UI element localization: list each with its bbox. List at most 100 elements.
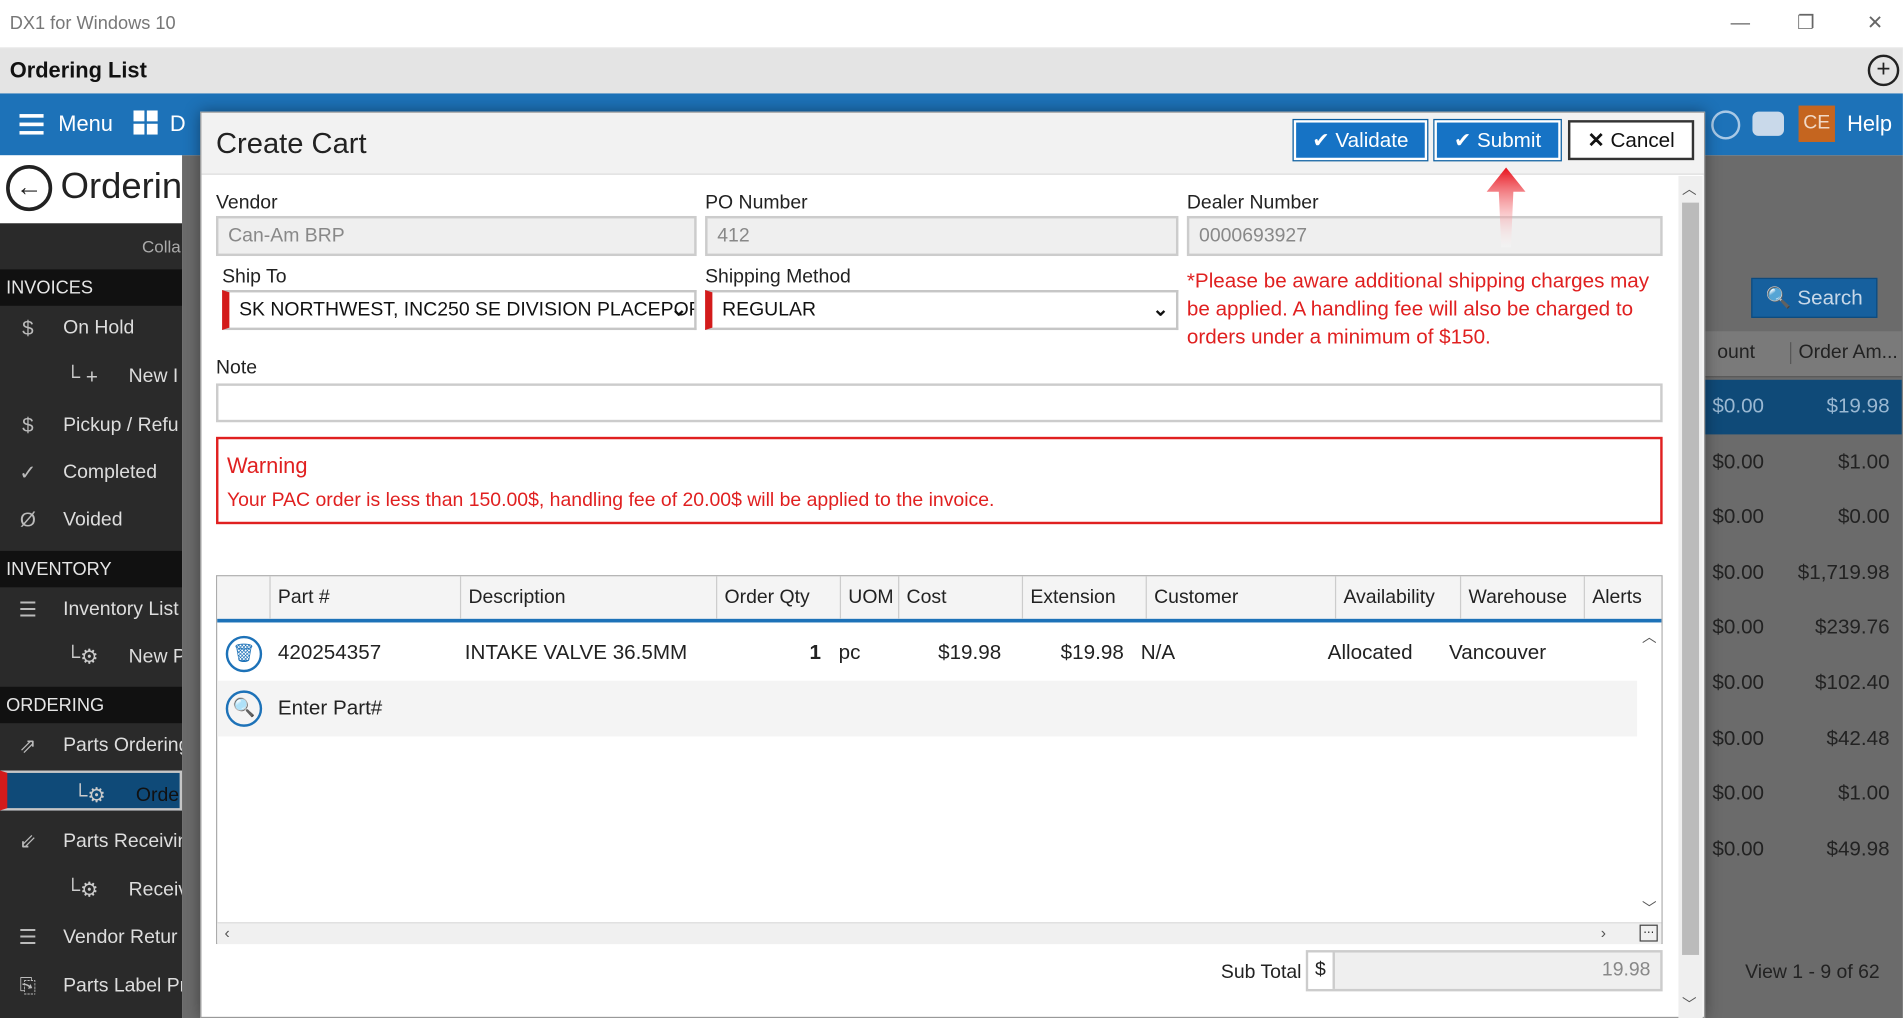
note-input[interactable] bbox=[216, 383, 1663, 423]
subtotal-value: 19.98 bbox=[1601, 959, 1651, 981]
dealer-number-field: 0000693927 bbox=[1186, 215, 1663, 257]
close-window-button[interactable]: ✕ bbox=[1857, 10, 1893, 39]
nav-partial-label[interactable]: D bbox=[170, 112, 186, 137]
gear-icon: └⚙ bbox=[65, 645, 99, 669]
col-availability[interactable]: Availability bbox=[1334, 576, 1460, 619]
sidebar-item-parts-ordering[interactable]: ⇗ Parts Ordering bbox=[0, 723, 182, 769]
bg-table-row[interactable]: $0.00 $1.00 bbox=[1705, 435, 1902, 490]
dealer-number-label: Dealer Number bbox=[1186, 192, 1319, 214]
check-icon: ✓ bbox=[19, 461, 37, 485]
list-icon: ☰ bbox=[18, 925, 38, 949]
cell-description: INTAKE VALVE 36.5MM bbox=[464, 640, 688, 664]
page-title: Ordering List bbox=[9, 58, 147, 83]
sidebar-item-voided[interactable]: Ø Voided bbox=[0, 497, 182, 543]
col-alerts[interactable]: Alerts bbox=[1583, 576, 1662, 619]
help-link[interactable]: Help bbox=[1847, 112, 1892, 137]
cancel-button[interactable]: ✕ Cancel bbox=[1567, 120, 1695, 161]
col-order-qty[interactable]: Order Qty bbox=[716, 576, 840, 619]
bg-table-row[interactable]: $0.00 $1,719.98 bbox=[1705, 546, 1902, 601]
status-icon[interactable] bbox=[1711, 110, 1741, 140]
more-icon[interactable]: ⋯ bbox=[1639, 924, 1658, 942]
bg-table-row[interactable]: $0.00 $49.98 bbox=[1705, 822, 1902, 877]
ship-to-select[interactable]: SK NORTHWEST, INC250 SE DIVISION PLACEPO… bbox=[222, 290, 697, 331]
hamburger-icon[interactable] bbox=[19, 113, 44, 135]
bg-table-row[interactable]: $0.00 $102.40 bbox=[1705, 656, 1902, 711]
cell-availability: Allocated bbox=[1327, 640, 1413, 664]
sidebar-section-inventory: INVENTORY bbox=[0, 550, 183, 588]
user-avatar[interactable]: CE bbox=[1798, 105, 1835, 142]
bg-cell-amount: $0.00 bbox=[1712, 615, 1765, 639]
bg-cell-order-amount: $42.48 bbox=[1826, 726, 1890, 750]
bg-table-row[interactable]: $0.00 $19.98 bbox=[1705, 379, 1902, 435]
sidebar-item-new-invoice[interactable]: └ + New I bbox=[0, 354, 182, 400]
shipping-method-select[interactable]: REGULAR ⌄ bbox=[705, 290, 1179, 331]
chevron-down-icon: ⌄ bbox=[670, 299, 687, 321]
back-arrow-icon[interactable]: ← bbox=[6, 165, 53, 212]
chevron-right-icon[interactable]: › bbox=[1601, 923, 1606, 941]
close-icon: ✕ bbox=[1587, 128, 1611, 152]
sidebar-item-parts-receiving[interactable]: ⇙ Parts Receivin bbox=[0, 819, 182, 865]
cell-qty[interactable]: 1 bbox=[809, 641, 820, 665]
collapse-toggle[interactable]: Colla bbox=[142, 237, 181, 256]
chevron-up-icon[interactable]: ︿ bbox=[1682, 178, 1697, 199]
import-icon: ⇙ bbox=[19, 829, 37, 854]
cell-cost: $19.98 bbox=[938, 640, 1002, 664]
bg-table-row[interactable]: $0.00 $42.48 bbox=[1705, 712, 1902, 767]
sidebar-item-order[interactable]: └⚙ Order bbox=[0, 770, 183, 811]
red-arrow-annotation bbox=[1485, 165, 1526, 250]
bg-table-row[interactable]: $0.00 $239.76 bbox=[1705, 601, 1902, 656]
chevron-down-icon[interactable]: ﹀ bbox=[1642, 898, 1657, 919]
sidebar-item-parts-label[interactable]: ⎘ Parts Label Pr bbox=[0, 963, 182, 1009]
col-part[interactable]: Part # bbox=[269, 576, 460, 619]
scroll-thumb[interactable] bbox=[1682, 202, 1700, 955]
chevron-left-icon[interactable]: ‹ bbox=[225, 923, 230, 941]
search-icon[interactable]: 🔍 bbox=[225, 690, 263, 727]
bg-cell-amount: $0.00 bbox=[1712, 836, 1765, 861]
chat-icon[interactable] bbox=[1752, 111, 1784, 136]
sidebar-item-pickup-refund[interactable]: $ Pickup / Refu bbox=[0, 403, 182, 449]
grid-header: Part # Description Order Qty UOM Cost Ex… bbox=[217, 576, 1662, 623]
sidebar-item-completed[interactable]: ✓ Completed bbox=[0, 450, 182, 496]
bg-cell-order-amount: $19.98 bbox=[1826, 394, 1890, 418]
sidebar-item-inventory-list[interactable]: ☰ Inventory List bbox=[0, 587, 182, 633]
window-title: DX1 for Windows 10 bbox=[9, 13, 176, 34]
sidebar-item-receive[interactable]: └⚙Receiv bbox=[0, 868, 183, 914]
chevron-up-icon[interactable]: ︿ bbox=[1642, 626, 1657, 647]
trash-icon[interactable]: 🗑 bbox=[225, 635, 263, 673]
table-row[interactable]: 🗑 420254357 INTAKE VALVE 36.5MM 1 pc $19… bbox=[217, 626, 1637, 681]
sidebar-item-vendor-returns[interactable]: ☰ Vendor Retur bbox=[0, 915, 182, 961]
minimize-button[interactable]: — bbox=[1722, 10, 1758, 39]
validate-button[interactable]: ✔ Validate bbox=[1292, 118, 1429, 162]
shipping-method-label: Shipping Method bbox=[705, 266, 851, 288]
col-uom[interactable]: UOM bbox=[839, 576, 898, 619]
bg-cell-amount: $0.00 bbox=[1712, 726, 1765, 750]
sidebar-item-new-part[interactable]: └⚙ New P bbox=[0, 635, 183, 681]
dollar-icon: $ bbox=[22, 316, 34, 340]
enter-part-row[interactable]: 🔍 Enter Part# bbox=[217, 680, 1638, 737]
check-icon: ✔ bbox=[1453, 128, 1477, 152]
refund-icon: $ bbox=[22, 413, 34, 437]
grid-vertical-scrollbar[interactable]: ︿ ﹀ bbox=[1637, 626, 1662, 923]
menu-label[interactable]: Menu bbox=[58, 112, 113, 137]
col-description[interactable]: Description bbox=[459, 576, 716, 619]
add-icon[interactable]: + bbox=[1867, 54, 1900, 87]
col-warehouse[interactable]: Warehouse bbox=[1459, 576, 1584, 619]
enter-part-input[interactable]: Enter Part# bbox=[278, 696, 382, 720]
label-icon: ⎘ bbox=[19, 974, 37, 998]
restore-button[interactable]: ❐ bbox=[1788, 10, 1824, 39]
bg-table-row[interactable]: $0.00 $0.00 bbox=[1705, 490, 1902, 545]
grid-horizontal-scrollbar[interactable]: ‹ › ⋯ bbox=[217, 922, 1662, 945]
sidebar-item-on-hold[interactable]: $ On Hold bbox=[0, 306, 182, 352]
bg-table-row[interactable]: $0.00 $1.00 bbox=[1705, 767, 1902, 822]
dialog-title: Create Cart bbox=[216, 127, 367, 161]
submit-button[interactable]: ✔ Submit bbox=[1433, 118, 1562, 162]
col-extension[interactable]: Extension bbox=[1021, 576, 1146, 619]
check-icon: ✔ bbox=[1312, 128, 1336, 152]
search-button[interactable]: 🔍 Search bbox=[1751, 277, 1878, 318]
chevron-down-icon[interactable]: ﹀ bbox=[1682, 994, 1697, 1015]
dialog-scrollbar[interactable]: ︿ ﹀ bbox=[1678, 175, 1703, 1018]
col-cost[interactable]: Cost bbox=[898, 576, 1022, 619]
grid-icon[interactable] bbox=[133, 110, 158, 135]
col-customer[interactable]: Customer bbox=[1145, 576, 1335, 619]
vendor-label: Vendor bbox=[216, 192, 278, 214]
